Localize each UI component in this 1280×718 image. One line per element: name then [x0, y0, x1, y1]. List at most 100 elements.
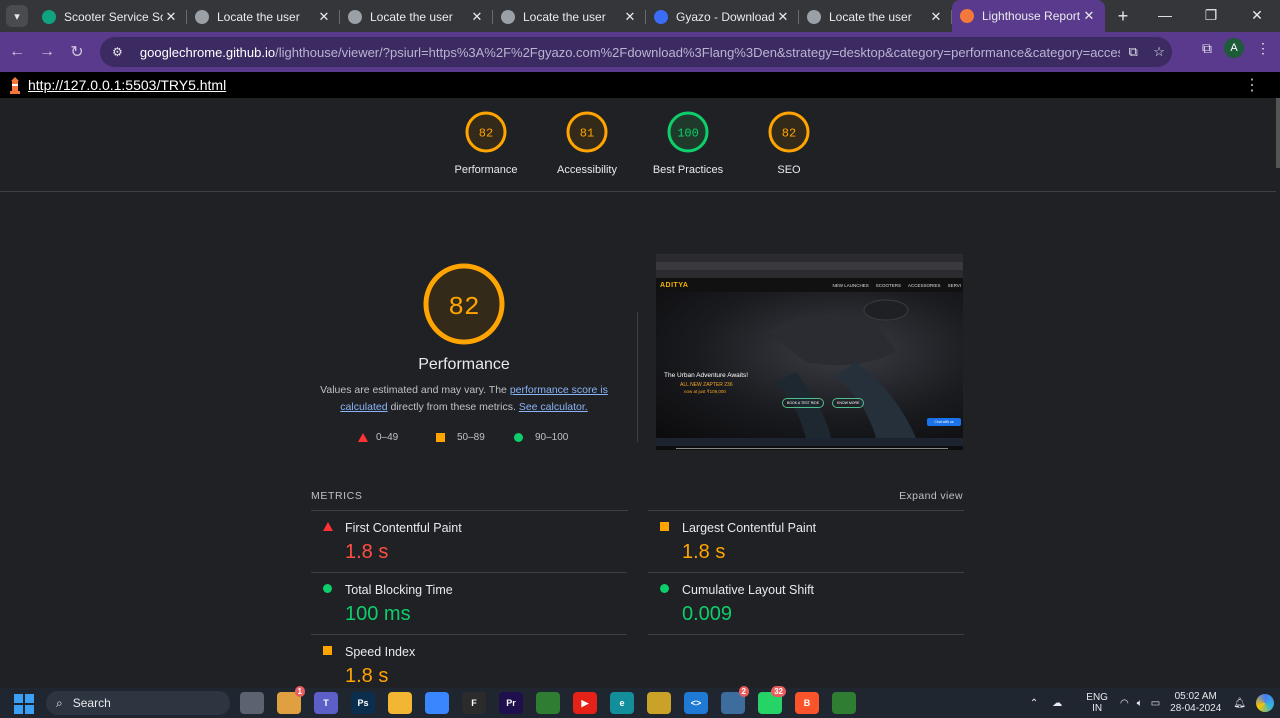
close-tab-icon[interactable]: ✕	[928, 9, 944, 25]
metric-name: Largest Contentful Paint	[682, 521, 817, 535]
notification-bell-icon[interactable]: 🔔︎	[1233, 698, 1246, 709]
volume-icon[interactable]: 🔈︎	[1137, 698, 1143, 709]
gauge-label: Best Practices	[652, 164, 724, 176]
gauge-ring: 82	[768, 111, 810, 153]
bookmark-star-icon[interactable]: ☆	[1146, 44, 1172, 60]
metric-name: Speed Index	[345, 645, 416, 659]
photoshop-icon[interactable]: Ps	[351, 692, 375, 714]
start-button-icon[interactable]	[14, 694, 34, 714]
report-main: 82 Performance Values are estimated and …	[0, 192, 1276, 688]
new-tab-button[interactable]: +	[1111, 6, 1135, 27]
microsoft-store-icon[interactable]	[425, 692, 449, 714]
gauge-label: Accessibility	[557, 164, 617, 176]
metric-value: 1.8 s	[345, 541, 389, 563]
close-tab-icon[interactable]: ✕	[469, 9, 485, 25]
clock[interactable]: 05:02 AM 28-04-2024	[1170, 691, 1221, 715]
metrics-label: METRICS	[311, 490, 363, 502]
taskbar-search[interactable]: ⌕ Search	[46, 691, 230, 715]
pass-circle-icon	[514, 433, 523, 442]
scooter-image	[766, 299, 916, 438]
browser-tab[interactable]: Locate the user ✕	[493, 2, 646, 32]
fail-triangle-icon	[323, 522, 333, 531]
profile-avatar[interactable]: A	[1224, 38, 1244, 58]
widget-icon[interactable]: 1	[277, 686, 305, 714]
close-tab-icon[interactable]: ✕	[1081, 8, 1097, 24]
site-info-icon[interactable]: ⚙	[112, 45, 130, 59]
youtube-icon[interactable]: ▶	[573, 692, 597, 714]
close-tab-icon[interactable]: ✕	[163, 9, 179, 25]
browser-tab[interactable]: Locate the user ✕	[799, 2, 952, 32]
category-gauge[interactable]: 100 Best Practices	[633, 110, 743, 176]
browser-tab[interactable]: Lighthouse Report V ✕	[952, 0, 1105, 32]
install-app-icon[interactable]: ⧉	[1120, 44, 1146, 60]
forward-button[interactable]: →	[32, 43, 62, 61]
average-square-icon	[436, 433, 445, 442]
teams-icon[interactable]: T	[314, 692, 338, 714]
gauge-score: 82	[782, 127, 796, 141]
notification-badge: 2	[738, 686, 749, 697]
performance-title: Performance	[418, 356, 510, 373]
scrollbar[interactable]	[1276, 98, 1280, 688]
premiere-icon[interactable]: Pr	[499, 692, 523, 714]
edge-icon[interactable]: e	[610, 692, 634, 714]
see-calculator-link[interactable]: See calculator.	[519, 401, 588, 413]
expand-view-toggle[interactable]: Expand view	[899, 490, 963, 502]
report-page-url[interactable]: http://127.0.0.1:5503/TRY5.html	[28, 77, 226, 93]
chrome-menu-icon[interactable]: ⋮	[1256, 40, 1270, 57]
gauge-ring: 81	[566, 111, 608, 153]
category-gauge[interactable]: 82 Performance	[431, 110, 541, 176]
battery-icon[interactable]: ▭	[1151, 698, 1160, 709]
address-bar[interactable]: ⚙ googlechrome.github.io/lighthouse/view…	[100, 37, 1172, 67]
chevron-up-icon[interactable]: ⌃	[1030, 698, 1038, 709]
restore-button[interactable]: ❐	[1188, 0, 1234, 32]
vscode-icon[interactable]: <>	[684, 692, 708, 714]
file-explorer-icon[interactable]	[388, 692, 412, 714]
copilot-icon[interactable]	[1256, 694, 1274, 712]
pass-circle-icon	[660, 584, 669, 593]
tab-search-button[interactable]: ▾	[6, 5, 28, 27]
chrome-canary-icon[interactable]	[647, 692, 671, 714]
metric-item: Cumulative Layout Shift 0.009	[648, 572, 964, 634]
task-view-icon[interactable]	[240, 692, 264, 714]
category-gauges: 82 Performance 81 Accessibility 100 Best…	[0, 98, 1276, 192]
gauge-ring: 100	[667, 111, 709, 153]
minimize-button[interactable]: —	[1142, 0, 1188, 32]
reload-button[interactable]: ↻	[62, 42, 92, 62]
final-screenshot[interactable]: ADITYA NEW LAUNCHES SCOOTERS ACCESSORIES…	[656, 254, 963, 450]
metric-item: First Contentful Paint 1.8 s	[311, 510, 627, 572]
close-tab-icon[interactable]: ✕	[316, 9, 332, 25]
window-controls: — ❐ ✕	[1142, 0, 1280, 32]
chrome-icon[interactable]	[536, 692, 560, 714]
browser-tab[interactable]: Locate the user ✕	[187, 2, 340, 32]
wifi-icon[interactable]: ◠	[1120, 698, 1129, 709]
report-menu-icon[interactable]: ⋮	[1244, 75, 1260, 95]
figma-icon[interactable]: F	[462, 692, 486, 714]
system-tray: ⌃ ☁ ENG IN ◠ 🔈︎ ▭ 05:02 AM 28-04-2024 🔔︎	[1030, 688, 1280, 718]
close-tab-icon[interactable]: ✕	[775, 9, 791, 25]
category-gauge[interactable]: 81 Accessibility	[532, 110, 642, 176]
category-gauge[interactable]: 82 SEO	[734, 110, 844, 176]
browser-tab[interactable]: Locate the user ✕	[340, 2, 493, 32]
browser-tab[interactable]: Gyazo - Download ✕	[646, 2, 799, 32]
pass-circle-icon	[323, 584, 332, 593]
metric-value: 1.8 s	[345, 665, 389, 687]
close-window-button[interactable]: ✕	[1234, 0, 1280, 32]
screenshot-brand: ADITYA	[660, 281, 689, 289]
whatsapp-icon[interactable]: 32	[758, 686, 786, 714]
notification-badge: 32	[771, 686, 786, 697]
browser-tab[interactable]: Scooter Service Soluti ✕	[34, 2, 187, 32]
tab-title: Locate the user	[523, 10, 606, 24]
extensions-icon[interactable]: ⧉	[1202, 40, 1212, 57]
onedrive-cloud-icon[interactable]: ☁	[1052, 698, 1062, 709]
tab-title: Locate the user	[217, 10, 300, 24]
app-icon[interactable]: 2	[721, 686, 749, 714]
back-button[interactable]: ←	[2, 43, 32, 61]
brave-icon[interactable]: B	[795, 692, 819, 714]
language-indicator[interactable]: ENG IN	[1086, 692, 1108, 714]
metrics-header: METRICS Expand view	[311, 490, 963, 502]
url-path: /lighthouse/viewer/?psiurl=https%3A%2F%2…	[275, 44, 1121, 60]
gauge-label: SEO	[777, 164, 801, 176]
close-tab-icon[interactable]: ✕	[622, 9, 638, 25]
metric-value: 1.8 s	[682, 541, 726, 563]
chrome-active-icon[interactable]	[832, 692, 856, 714]
